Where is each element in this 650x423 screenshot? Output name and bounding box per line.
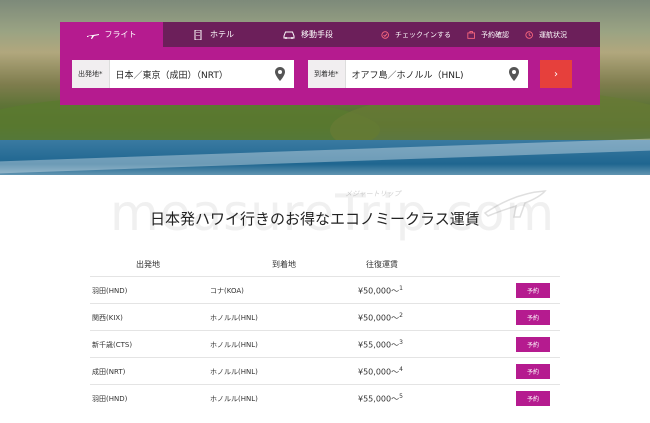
fare-cell: ¥55,000～3 bbox=[358, 339, 403, 351]
footnote-marker: 3 bbox=[399, 339, 403, 346]
watermark-subtext: メジャートリップ bbox=[345, 190, 401, 198]
tab-reservation[interactable]: 予約確認 bbox=[459, 22, 517, 47]
destination-cell: ホノルル(HNL) bbox=[210, 395, 258, 403]
fare-value: ¥50,000～ bbox=[358, 367, 400, 377]
origin-cell: 新千歳(CTS) bbox=[92, 341, 133, 349]
footnote-marker: 5 bbox=[399, 393, 403, 400]
fare-value: ¥50,000～ bbox=[358, 286, 400, 296]
fare-value: ¥50,000～ bbox=[358, 313, 400, 323]
footnote-marker: 2 bbox=[399, 312, 403, 319]
arrival-field[interactable]: 到着地* オアフ島／ホノルル（HNL) bbox=[308, 60, 528, 88]
fare-cell: ¥50,000～1 bbox=[358, 285, 403, 297]
destination-cell: コナ(KOA) bbox=[210, 287, 244, 295]
table-row: 関西(KIX) ホノルル(HNL) ¥50,000～2 予約 bbox=[90, 303, 560, 330]
flight-search-panel: 出発地* 日本／東京（成田）（NRT） 到着地* オアフ島／ホノルル（HNL) … bbox=[60, 47, 600, 105]
table-row: 羽田(HND) ホノルル(HNL) ¥55,000～5 予約 bbox=[90, 384, 560, 411]
departure-field[interactable]: 出発地* 日本／東京（成田）（NRT） bbox=[72, 60, 294, 88]
suitcase-icon bbox=[467, 30, 475, 39]
destination-cell: ホノルル(HNL) bbox=[210, 314, 258, 322]
location-pin-icon bbox=[275, 67, 285, 81]
book-button[interactable]: 予約 bbox=[516, 337, 550, 352]
column-header-origin: 出発地 bbox=[136, 260, 160, 269]
search-submit-button[interactable]: › bbox=[540, 60, 572, 88]
chevron-right-icon: › bbox=[554, 68, 558, 80]
location-pin-icon bbox=[509, 67, 519, 81]
tab-transport-label: 移動手段 bbox=[301, 30, 333, 39]
fare-cell: ¥55,000～5 bbox=[358, 393, 403, 405]
tab-checkin-label: チェックインする bbox=[395, 30, 451, 39]
fare-value: ¥55,000～ bbox=[358, 394, 400, 404]
table-row: 羽田(HND) コナ(KOA) ¥50,000～1 予約 bbox=[90, 276, 560, 303]
origin-cell: 羽田(HND) bbox=[92, 395, 128, 403]
car-icon bbox=[283, 31, 295, 39]
tab-hotel-label: ホテル bbox=[210, 30, 234, 39]
building-icon bbox=[194, 29, 202, 40]
tab-flight-label: フライト bbox=[104, 30, 137, 39]
tab-hotel[interactable]: ホテル bbox=[163, 22, 263, 47]
book-button[interactable]: 予約 bbox=[516, 364, 550, 379]
fare-cell: ¥50,000～4 bbox=[358, 366, 403, 378]
destination-cell: ホノルル(HNL) bbox=[210, 341, 258, 349]
departure-label: 出発地* bbox=[72, 60, 110, 88]
tab-flight-status[interactable]: 運航状況 bbox=[517, 22, 575, 47]
page-title: 日本発ハワイ行きのお得なエコノミークラス運賃 bbox=[150, 210, 480, 228]
destination-cell: ホノルル(HNL) bbox=[210, 368, 258, 376]
booking-tabs: フライト ホテル 移動手段 チェックインする 予約確認 運航状況 bbox=[60, 22, 600, 47]
departure-value[interactable]: 日本／東京（成田）（NRT） bbox=[110, 68, 273, 81]
tab-flight-status-label: 運航状況 bbox=[539, 30, 567, 39]
origin-cell: 成田(NRT) bbox=[92, 368, 126, 376]
airplane-icon bbox=[86, 33, 99, 39]
book-button[interactable]: 予約 bbox=[516, 310, 550, 325]
footnote-marker: 4 bbox=[399, 366, 403, 373]
arrival-value[interactable]: オアフ島／ホノルル（HNL) bbox=[346, 68, 507, 81]
tab-checkin[interactable]: チェックインする bbox=[373, 22, 459, 47]
check-circle-icon bbox=[381, 30, 389, 39]
footnote-marker: 1 bbox=[399, 285, 403, 292]
arrival-label: 到着地* bbox=[308, 60, 346, 88]
clock-icon bbox=[525, 30, 533, 39]
tab-flight[interactable]: フライト bbox=[60, 22, 163, 47]
fare-value: ¥55,000～ bbox=[358, 340, 400, 350]
table-row: 新千歳(CTS) ホノルル(HNL) ¥55,000～3 予約 bbox=[90, 330, 560, 357]
fare-cell: ¥50,000～2 bbox=[358, 312, 403, 324]
column-header-destination: 到着地 bbox=[272, 260, 296, 269]
column-header-fare: 往復運賃 bbox=[366, 260, 398, 269]
origin-cell: 関西(KIX) bbox=[92, 314, 123, 322]
origin-cell: 羽田(HND) bbox=[92, 287, 128, 295]
tab-transport[interactable]: 移動手段 bbox=[263, 22, 353, 47]
table-row: 成田(NRT) ホノルル(HNL) ¥50,000～4 予約 bbox=[90, 357, 560, 384]
book-button[interactable]: 予約 bbox=[516, 391, 550, 406]
book-button[interactable]: 予約 bbox=[516, 283, 550, 298]
tab-reservation-label: 予約確認 bbox=[481, 30, 509, 39]
